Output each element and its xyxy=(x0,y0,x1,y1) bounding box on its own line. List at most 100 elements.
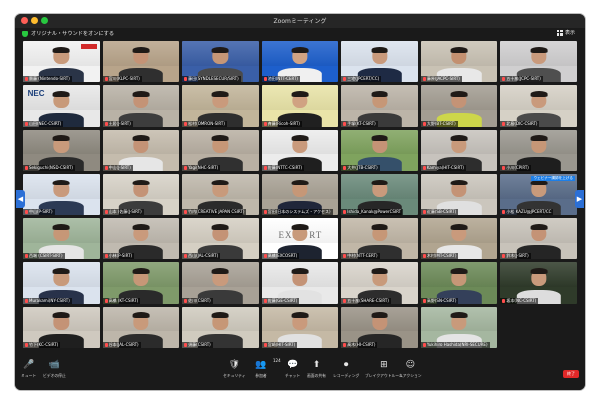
participant-video-tile[interactable]: Yagi(NHC-SIRT) xyxy=(182,129,259,171)
participant-video-tile[interactable]: 中山(J-SIRT) xyxy=(102,129,180,171)
muted-microphone-icon xyxy=(343,210,347,215)
toolbar-button-breakout-rooms[interactable]: ⊞ ブレイクアウトルーム xyxy=(365,360,403,379)
participant-video-tile[interactable]: 坂本(NC-CSIRT) xyxy=(500,262,577,304)
participant-video-tile[interactable]: 斉藤(Ricoh-SIRT) xyxy=(261,85,339,127)
end-meeting-button[interactable]: 終了 xyxy=(563,370,579,378)
toolbar-button-record[interactable]: ⏺ レコーディング xyxy=(333,360,359,379)
next-page-arrow[interactable]: ▶ xyxy=(575,190,584,208)
participant-video-tile[interactable]: ウェビナー講師を上げる 小松 KAZU@JPCERT/CC xyxy=(500,173,577,216)
meeting-toolbar: 終了 🎤 ミュート 📹 ビデオの停止 🛡 セキュリティ 👥 124 参加者 💬 チャット ⬆ 画面の共有… xyxy=(15,356,585,390)
participant-video-tile[interactable]: 大井(JTB-CSIRT) xyxy=(341,129,418,171)
participant-video-tile[interactable]: NEC 山田(NEC-CSIRT) xyxy=(23,85,100,127)
participant-hair xyxy=(530,135,548,142)
participant-video-tile[interactable]: 木村(MT-CSIRT) xyxy=(420,218,498,260)
participant-video-tile[interactable]: 宮川(KLPC-SIRT) xyxy=(102,41,180,83)
participant-name-label: Murakami(NY-CSIRT) xyxy=(23,297,72,304)
participant-name-label: 池田(NTT-CERT) xyxy=(261,76,300,83)
participant-video-tile[interactable]: 中村(NTT-CERT) xyxy=(341,218,418,260)
participant-video-tile[interactable]: 谷本(JAL-CSIRT) xyxy=(102,306,180,348)
participant-name-text: 木村(MT-CSIRT) xyxy=(426,253,457,259)
toolbar-button-label: 画面の共有 xyxy=(307,373,326,378)
participant-video-tile[interactable]: 齋藤 (Nintendo-SIRT) xyxy=(23,41,100,83)
participant-video-tile[interactable]: 西端 (CSIRT-SIRT) xyxy=(23,218,100,260)
toolbar-button-share-screen[interactable]: ⬆ 画面の共有 xyxy=(307,360,326,379)
participant-video-tile[interactable]: 大野(BT-CSIRT) xyxy=(420,85,498,127)
participant-hair xyxy=(371,223,388,230)
participant-video-tile[interactable]: Ishida_Kanak@PowerCSIRT xyxy=(341,173,418,216)
participant-hair xyxy=(450,312,468,319)
participant-video-tile[interactable]: 手塚(KT-CSIRT) xyxy=(341,85,418,127)
encryption-shield-icon[interactable] xyxy=(22,31,28,37)
participant-video-tile[interactable]: 西山(JAL-CSIRT) xyxy=(182,218,259,260)
participant-video-tile[interactable]: Sekiguchi(NSD-CSIRT) xyxy=(23,129,100,171)
participant-video-tile[interactable]: 高橋 (KT-CSIRT) xyxy=(102,262,180,304)
breakout-rooms-icon: ⊞ xyxy=(380,360,388,370)
muted-microphone-icon xyxy=(25,165,28,170)
participant-name-label: 西端 (CSIRT-SIRT) xyxy=(23,253,65,260)
participant-video-tile[interactable]: Kamiya(HIT-CSIRT) xyxy=(420,129,498,171)
participant-video-tile[interactable]: 竹内(CREATIVE JAPAN CSIRT) xyxy=(182,173,259,216)
participant-video-tile[interactable]: Yukihiro Hashida(NRI-SECURE) xyxy=(420,306,498,348)
participant-video-tile[interactable]: 近藤(SB-CSIRT) xyxy=(420,173,498,216)
participant-video-tile[interactable]: 藤田(SYNDLESECUR/SIRT) xyxy=(182,41,259,83)
participant-video-tile[interactable]: 宮田(日本のシステムズ・アクセス) xyxy=(261,173,339,216)
toolbar-button-chat[interactable]: 💬 チャット xyxy=(285,360,300,379)
participant-video-tile[interactable]: 竹下(KC-CSIRT) xyxy=(23,306,100,348)
participant-video-tile[interactable]: 髙木(HI-CSIRT) xyxy=(341,306,418,348)
participant-video-tile[interactable]: 佐川(CSIRT) xyxy=(182,262,259,304)
muted-microphone-icon xyxy=(422,165,426,170)
participant-video-tile[interactable]: 高野(SN-CSIRT) xyxy=(420,262,498,304)
participant-video-tile[interactable]: 五十嵐(SHARE-CSIRT) xyxy=(341,262,418,304)
previous-page-arrow[interactable]: ◀ xyxy=(16,190,25,208)
participant-video-tile[interactable]: 鈴木(J-SIRT) xyxy=(500,218,577,260)
original-sound-toggle[interactable]: オリジナル・サウンドをオンにする xyxy=(31,30,114,37)
participant-name-label: Yagi(NHC-SIRT) xyxy=(182,164,221,171)
participant-video-tile[interactable]: Murakami(NY-CSIRT) xyxy=(23,262,100,304)
participant-video-tile[interactable]: 松村(OMRON-SIRT) xyxy=(182,85,259,127)
participant-hair xyxy=(132,46,150,53)
toolbar-button-video-camera[interactable]: 📹 ビデオの停止 xyxy=(43,360,66,379)
participant-video-tile[interactable]: 池田(NTT-CERT) xyxy=(261,41,339,83)
view-button[interactable]: 表示 xyxy=(556,29,575,36)
participant-hair xyxy=(371,179,388,186)
participant-name-text: 中村(NTT-CERT) xyxy=(347,253,378,259)
participant-name-text: Yukihiro Hashida(NRI-SECURE) xyxy=(426,341,488,347)
muted-microphone-icon xyxy=(25,210,28,215)
toolbar-button-participants[interactable]: 👥 124 参加者 xyxy=(255,358,280,379)
participant-name-text: 松村(OMRON-SIRT) xyxy=(188,120,225,126)
reactions-icon: ☺ xyxy=(405,360,415,370)
participant-video-tile[interactable]: 土居(J-SIRT) xyxy=(102,85,180,127)
muted-microphone-icon xyxy=(104,77,108,82)
participant-video-tile[interactable]: EXEC RT髙橋(EXCOSRT) xyxy=(261,218,339,260)
participant-video-tile[interactable]: 山本 (佐藤(J-SIRT) xyxy=(102,173,180,216)
participant-video-tile[interactable]: 佐藤(GE-CSIRT) xyxy=(261,262,339,304)
muted-microphone-icon xyxy=(422,342,426,347)
participant-video-tile[interactable]: 中山(P-SIRT) xyxy=(23,173,100,216)
toolbar-button-label: チャット xyxy=(285,373,301,378)
participant-video-tile[interactable]: 三宅(JPCERT/CC) xyxy=(341,41,418,83)
participant-video-tile[interactable]: 藤原(JACPC-SIRT) xyxy=(420,41,498,83)
participant-name-text: Ishida_Kanak@PowerCSIRT xyxy=(347,209,402,215)
toolbar-button-label: レコーディング xyxy=(333,373,360,378)
participant-video-tile[interactable]: 宮崎(HIT-SIRT) xyxy=(261,306,339,348)
toolbar-button-reactions[interactable]: ☺ リアクション xyxy=(399,360,422,379)
toolbar-button-shield[interactable]: 🛡 セキュリティ xyxy=(223,360,246,379)
participant-hair xyxy=(371,135,388,142)
participant-video-tile[interactable]: 須藤(CSIRT) xyxy=(182,306,259,348)
participant-hair xyxy=(291,91,309,97)
muted-microphone-icon xyxy=(104,342,108,347)
participant-name-label: 近藤(SB-CSIRT) xyxy=(420,209,459,216)
toolbar-button-microphone[interactable]: 🎤 ミュート xyxy=(21,360,36,379)
participant-hair xyxy=(530,268,548,274)
muted-microphone-icon xyxy=(184,210,188,215)
participant-hair xyxy=(450,46,468,53)
participant-hair xyxy=(52,135,70,142)
participant-video-tile[interactable]: 北島(DIC-CSIRT) xyxy=(500,85,577,127)
muted-microphone-icon xyxy=(104,298,108,303)
participant-video-tile[interactable]: 五十嵐(JCPC-SIRT) xyxy=(500,41,577,83)
meeting-top-bar: オリジナル・サウンドをオンにする 表示 xyxy=(15,28,585,40)
participant-hair xyxy=(291,135,309,142)
participant-video-tile[interactable]: 佐藤(NTTC-CSIRT) xyxy=(261,129,339,171)
participant-video-tile[interactable]: 小林(P-SIRT) xyxy=(102,218,180,260)
participant-video-tile[interactable]: 小川(CPIRT) xyxy=(500,129,577,171)
